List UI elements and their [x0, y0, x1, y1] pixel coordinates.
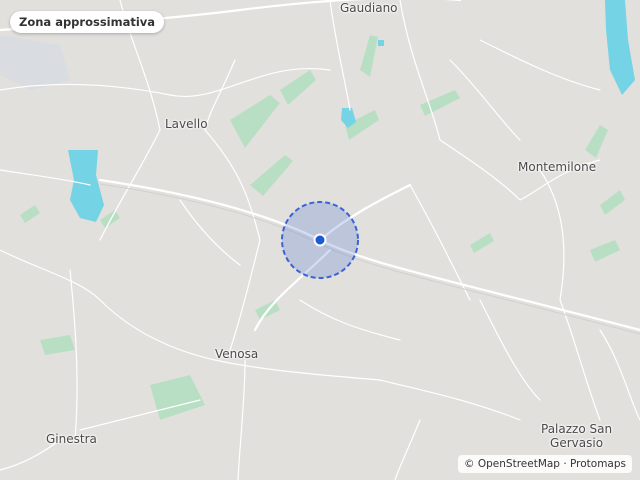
place-label-gaudiano: Gaudiano — [340, 1, 398, 15]
place-label-palazzo-san-gervasio: Palazzo San Gervasio — [541, 422, 612, 450]
place-label-palazzo-line1: Palazzo San — [541, 422, 613, 436]
place-label-palazzo-line2: Gervasio — [550, 436, 604, 450]
map-attribution: © OpenStreetMap · Protomaps — [458, 455, 632, 473]
attribution-separator: · — [559, 458, 570, 470]
place-label-ginestra: Ginestra — [46, 432, 97, 446]
approximate-zone-badge: Zona approssimativa — [10, 11, 165, 33]
protomaps-attribution-link[interactable]: Protomaps — [570, 458, 626, 470]
map[interactable]: Gaudiano Lavello Montemilone Venosa Gine… — [0, 0, 640, 480]
osm-attribution-link[interactable]: © OpenStreetMap — [464, 458, 560, 470]
location-dot-icon — [313, 233, 327, 247]
place-label-venosa: Venosa — [215, 347, 259, 361]
location-overlay — [281, 201, 359, 279]
place-label-montemilone: Montemilone — [518, 160, 597, 174]
place-label-lavello: Lavello — [165, 117, 208, 131]
